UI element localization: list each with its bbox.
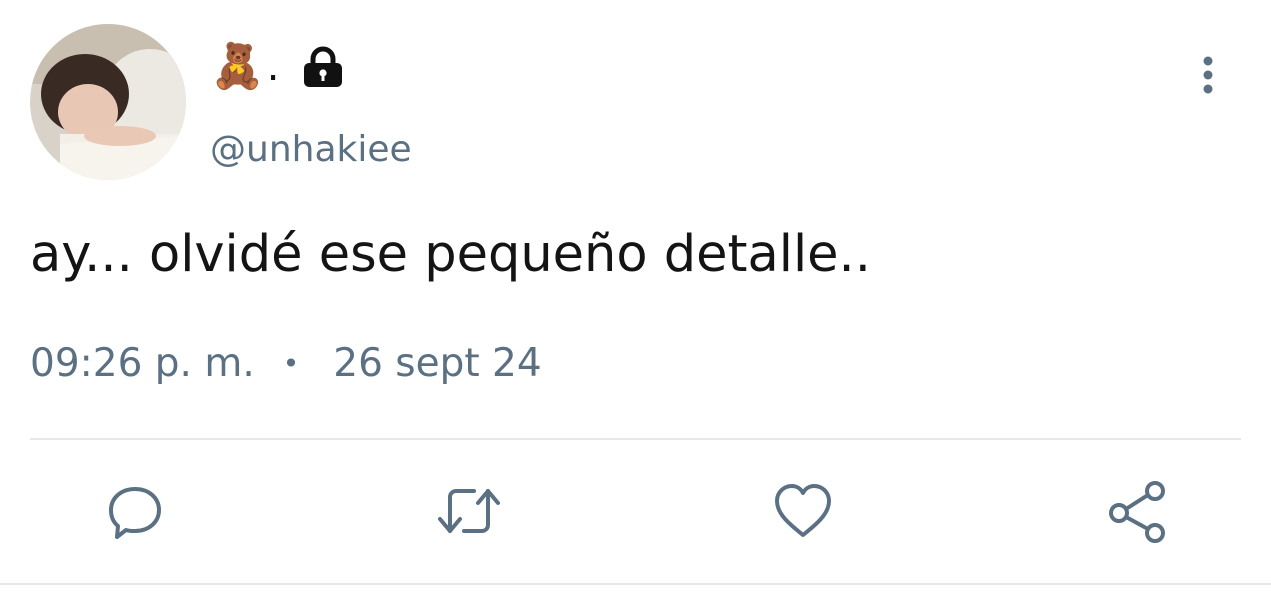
like-icon [775, 484, 831, 537]
reply-icon [109, 487, 161, 539]
tweet-text: ay... olvidé ese pequeño detalle.. [30, 225, 871, 284]
like-button[interactable] [768, 476, 838, 546]
lock-icon [302, 45, 344, 89]
share-icon [1109, 481, 1165, 543]
tweet-card: 🧸 . @unhakiee ay... olvidé ese pequeño d… [0, 0, 1271, 603]
bottom-divider [0, 583, 1271, 585]
retweet-icon [438, 489, 500, 533]
display-name-suffix: . [266, 44, 280, 90]
meta-separator: • [282, 347, 300, 380]
display-name[interactable]: 🧸 . [210, 40, 344, 94]
teddy-bear-emoji: 🧸 [210, 41, 265, 92]
divider [30, 438, 1241, 440]
reply-button[interactable] [100, 476, 170, 546]
tweet-time: 09:26 p. m. [30, 341, 255, 386]
avatar-image [30, 24, 186, 180]
user-handle[interactable]: @unhakiee [210, 128, 412, 172]
avatar[interactable] [30, 24, 186, 180]
tweet-timestamp[interactable]: 09:26 p. m. • 26 sept 24 [30, 338, 542, 390]
more-options-icon[interactable] [1192, 54, 1224, 100]
tweet-date: 26 sept 24 [333, 341, 542, 386]
share-button[interactable] [1102, 476, 1172, 546]
retweet-button[interactable] [434, 476, 504, 546]
